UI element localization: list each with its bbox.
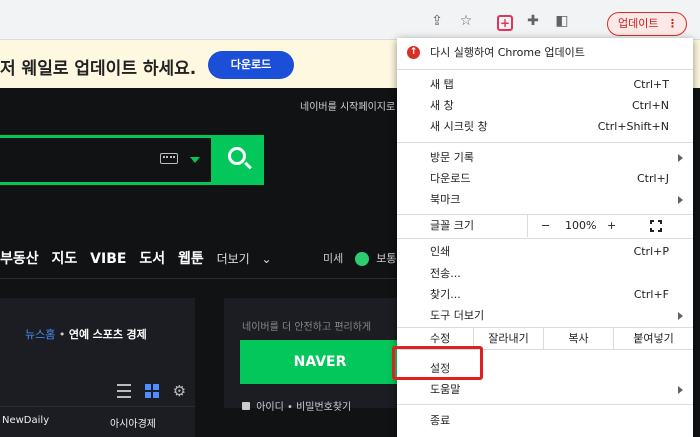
zoom-row: 글꼴 크기 − 100% + — [397, 215, 693, 237]
press-item[interactable]: NewDaily — [2, 415, 49, 426]
menu-item-bookmarks[interactable]: 북마크 — [397, 189, 693, 210]
menu-separator — [397, 238, 693, 239]
browser-toolbar: ⇪ ☆ + ✚ ◧ 업데이트 ⋮ — [0, 0, 700, 40]
sidepanel-icon[interactable]: ◧ — [553, 12, 571, 30]
copy-button[interactable]: 복사 — [543, 328, 613, 349]
nav-item-realestate[interactable]: 부동산 — [0, 251, 39, 267]
nav-item-map[interactable]: 지도 — [52, 251, 78, 267]
nav-item-webtoon[interactable]: 웹툰 — [178, 251, 204, 267]
update-button[interactable]: 업데이트 ⋮ — [607, 12, 687, 36]
settings-highlight-box — [392, 346, 483, 380]
view-toggle: ⚙ — [117, 383, 197, 398]
news-tabs: 뉴스홈 • 연예 스포츠 경제 — [25, 328, 147, 341]
menu-separator — [397, 69, 693, 70]
menu-item-more-tools[interactable]: 도구 더보기 — [397, 305, 693, 326]
arrow-up-icon: ↑ — [407, 46, 420, 59]
more-vert-icon: ⋮ — [667, 17, 678, 30]
search-button[interactable] — [214, 135, 264, 185]
menu-separator — [397, 142, 693, 143]
divider — [0, 278, 400, 279]
search-icon — [228, 147, 246, 165]
nav-more[interactable]: 더보기 ⌄ — [217, 252, 272, 266]
menu-separator — [397, 404, 693, 405]
menu-item-print[interactable]: 인쇄 Ctrl+P — [397, 241, 693, 262]
keyboard-icon[interactable] — [160, 153, 178, 164]
press-strip: NewDaily 아시아경제 — [0, 406, 195, 437]
fullscreen-icon[interactable] — [649, 219, 663, 233]
menu-item-cast[interactable]: 전송... — [397, 263, 693, 284]
menu-item-help[interactable]: 도움말 — [397, 379, 693, 400]
menu-item-exit[interactable]: 종료 — [397, 410, 693, 431]
lock-icon — [242, 402, 250, 410]
banner-text: 저 웨일로 업데이트 하세요. — [0, 59, 197, 79]
zoom-value: 100% — [565, 219, 597, 232]
star-icon[interactable]: ☆ — [457, 12, 475, 30]
search-input[interactable] — [0, 135, 214, 185]
menu-item-new-window[interactable]: 새 창 Ctrl+N — [397, 95, 693, 116]
menu-item-history[interactable]: 방문 기록 — [397, 147, 693, 168]
puzzle-icon[interactable]: ✚ — [524, 12, 542, 30]
menu-item-find[interactable]: 찾기... Ctrl+F — [397, 284, 693, 305]
cut-button[interactable]: 잘라내기 — [473, 328, 543, 349]
login-panel: 네이버를 더 안전하고 편리하게 NAVER 아이디 • 비밀번호찾기 — [224, 298, 400, 413]
menu-item-update[interactable]: ↑ 다시 실행하여 Chrome 업데이트 — [397, 42, 693, 63]
smile-icon — [354, 252, 369, 266]
menu-item-incognito[interactable]: 새 시크릿 창 Ctrl+Shift+N — [397, 116, 693, 137]
download-button[interactable]: 다운로드 — [208, 51, 294, 79]
login-description: 네이버를 더 안전하고 편리하게 — [242, 322, 372, 333]
zoom-out-button[interactable]: − — [541, 215, 550, 237]
set-start-page-link[interactable]: 네이버를 시작페이지로 — [300, 98, 395, 113]
news-panel: 뉴스홈 • 연예 스포츠 경제 ⚙ — [0, 298, 195, 408]
update-label: 업데이트 — [618, 17, 659, 30]
service-nav: 부동산 지도 VIBE 도서 웹툰 더보기 ⌄ — [0, 248, 280, 268]
menu-item-downloads[interactable]: 다운로드 Ctrl+J — [397, 168, 693, 189]
download-label: 다운로드 — [230, 58, 272, 71]
tab-entertainment[interactable]: 연예 — [69, 328, 89, 341]
chevron-right-icon — [678, 312, 683, 320]
find-id-link[interactable]: 아이디 • 비밀번호찾기 — [242, 398, 351, 413]
arrow-down-icon[interactable] — [190, 157, 200, 163]
nav-item-books[interactable]: 도서 — [139, 251, 165, 267]
extension-red-icon[interactable]: + — [497, 15, 513, 31]
chevron-right-icon — [678, 154, 683, 162]
paste-button[interactable]: 붙여넣기 — [613, 328, 693, 349]
gear-icon[interactable]: ⚙ — [173, 383, 187, 398]
tab-sports[interactable]: 스포츠 — [93, 328, 123, 341]
chevron-right-icon — [678, 386, 683, 394]
menu-item-new-tab[interactable]: 새 탭 Ctrl+T — [397, 74, 693, 95]
nav-item-vibe[interactable]: VIBE — [90, 251, 126, 267]
chevron-right-icon — [678, 196, 683, 204]
tab-economy[interactable]: 경제 — [127, 328, 147, 341]
fine-dust-status: 미세 보통 — [323, 252, 397, 266]
share-icon[interactable]: ⇪ — [428, 12, 446, 30]
grid-view-icon[interactable] — [144, 383, 159, 398]
press-item[interactable]: 아시아경제 — [110, 415, 156, 430]
list-view-icon[interactable] — [117, 383, 131, 398]
tab-news-home[interactable]: 뉴스홈 — [25, 328, 55, 341]
zoom-in-button[interactable]: + — [607, 215, 616, 237]
naver-login-button[interactable]: NAVER — [240, 340, 400, 384]
